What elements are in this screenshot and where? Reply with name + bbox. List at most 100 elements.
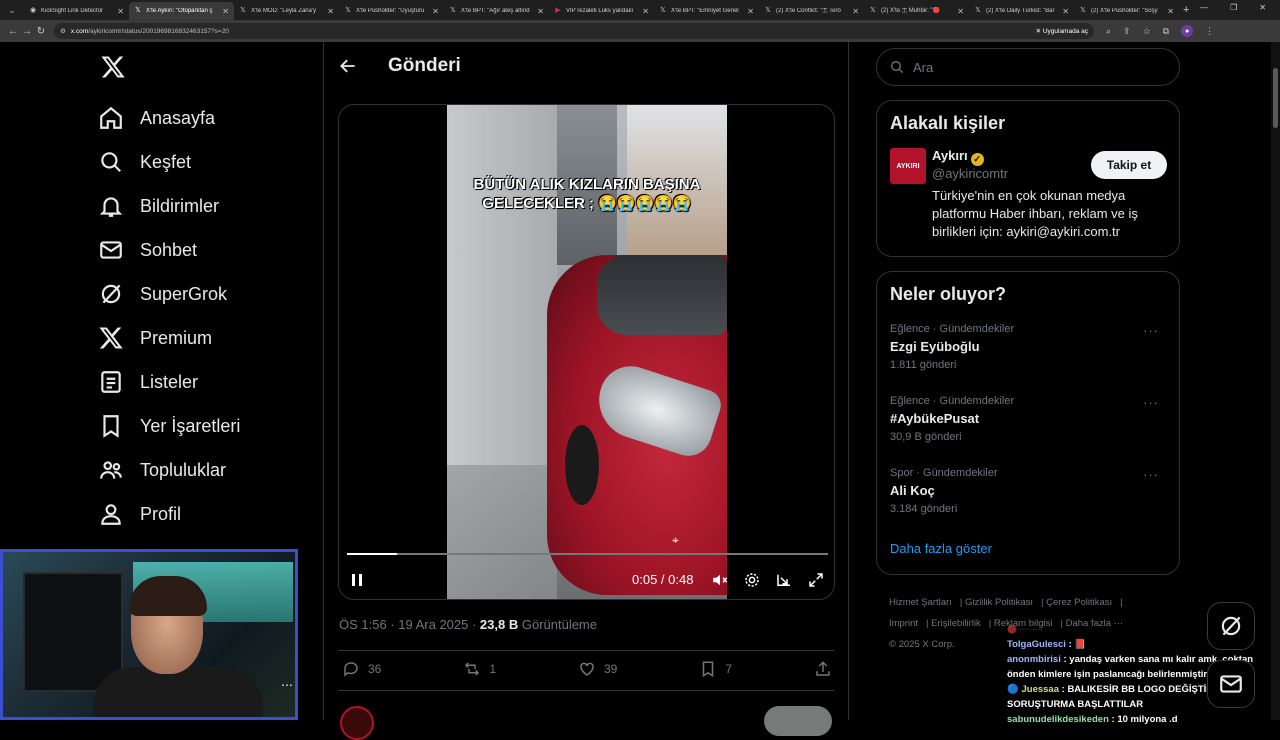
- nav-item-bookmarks[interactable]: Yer İşaretleri: [98, 404, 240, 448]
- close-tab-icon[interactable]: ✕: [747, 7, 754, 16]
- close-tab-icon[interactable]: ✕: [537, 7, 544, 16]
- tab-title: X'te Aykırı: "Otoparktan ç: [146, 8, 213, 14]
- tab-3[interactable]: 𝕏 X'te Pusholder: "Uyuşturu ✕: [339, 2, 444, 20]
- nav-item-profile[interactable]: Profil: [98, 492, 240, 536]
- page-title: Gönderi: [388, 55, 461, 76]
- profile-avatar-icon[interactable]: ●: [1181, 25, 1194, 37]
- close-tab-icon[interactable]: ✕: [957, 7, 964, 16]
- close-tab-icon[interactable]: ✕: [852, 7, 859, 16]
- bookmark-button[interactable]: 7: [699, 660, 732, 678]
- more-options-icon[interactable]: ···: [1143, 323, 1159, 338]
- x-logo-icon[interactable]: [100, 54, 126, 80]
- nav-item-explore[interactable]: Keşfet: [98, 140, 240, 184]
- settings-gear-icon[interactable]: [743, 571, 761, 589]
- follow-button[interactable]: Takip et: [1091, 151, 1167, 179]
- tab-7[interactable]: 𝕏 (2) X'te Conflict: "🇹 Terö ✕: [759, 2, 864, 20]
- close-tab-icon[interactable]: ✕: [222, 7, 229, 16]
- trend-item[interactable]: Eğlence · Gündemdekiler Ezgi Eyüboğlu 1.…: [890, 323, 1179, 395]
- tab-1[interactable]: 𝕏 X'te Aykırı: "Otoparktan ç ✕: [129, 2, 234, 20]
- footer-link[interactable]: Erişilebilirlik: [931, 618, 981, 629]
- close-window-icon[interactable]: ✕: [1259, 3, 1266, 12]
- footer-link[interactable]: Imprint: [889, 618, 918, 629]
- like-button[interactable]: 39: [578, 660, 617, 678]
- scrollbar-thumb[interactable]: [1273, 68, 1278, 128]
- pause-icon[interactable]: [349, 572, 365, 588]
- person-handle[interactable]: @aykiricomtr: [932, 166, 1008, 181]
- share-icon[interactable]: ⇪: [1123, 26, 1131, 37]
- zoom-icon[interactable]: ⌕: [1106, 26, 1111, 37]
- forward-icon[interactable]: →: [20, 26, 34, 37]
- grok-button[interactable]: [1207, 602, 1255, 650]
- nav-item-notifications[interactable]: Bildirimler: [98, 184, 240, 228]
- trend-item[interactable]: Spor · Gündemdekiler Ali Koç 3.184 gönde…: [890, 467, 1179, 539]
- tab-0[interactable]: ◉ KickSight Link Detector ✕: [24, 2, 129, 20]
- x-logo-icon: 𝕏: [975, 7, 981, 14]
- repost-button[interactable]: 1: [463, 660, 496, 678]
- maximize-icon[interactable]: ❐: [1230, 3, 1237, 12]
- open-in-app-button[interactable]: ✕ Uygulamada aç: [1036, 27, 1088, 35]
- mute-icon[interactable]: [711, 571, 729, 589]
- reply-icon: [344, 662, 358, 677]
- fullscreen-icon[interactable]: [807, 571, 825, 589]
- webcam-overlay: ⋯: [0, 549, 298, 720]
- tab-8[interactable]: 𝕏 (2) X'te 🇹 Muhbir: "🔴 ✕: [864, 2, 969, 20]
- nav-item-premium[interactable]: Premium: [98, 316, 240, 360]
- footer-link[interactable]: Hizmet Şartları: [889, 597, 952, 608]
- nav-item-communities[interactable]: Topluluklar: [98, 448, 240, 492]
- tab-10[interactable]: 𝕏 (2) X'te Pusholder: "Soşy ✕: [1074, 2, 1179, 20]
- extensions-icon[interactable]: ⧉: [1163, 26, 1169, 37]
- tab-6[interactable]: 𝕏 X'te BPT: "Emniyet Genel ✕: [654, 2, 759, 20]
- trend-count: 30,9 B gönderi: [890, 431, 962, 443]
- tab-search-icon[interactable]: ⌄: [0, 0, 24, 20]
- url-field[interactable]: ⚙ x.com/aykiricomtr/status/2001969816832…: [54, 23, 1094, 39]
- url-path: /aykiricomtr/status/2001969816832463157?…: [88, 27, 229, 35]
- page-scrollbar[interactable]: [1271, 42, 1280, 720]
- site-info-icon[interactable]: ⚙: [60, 27, 66, 35]
- more-options-icon[interactable]: ···: [1143, 395, 1159, 410]
- footer-link[interactable]: Gizlilik Politikası: [965, 597, 1033, 608]
- nav-item-home[interactable]: Anasayfa: [98, 96, 240, 140]
- tab-4[interactable]: 𝕏 X'te BPT: "Ağır ateş altınd ✕: [444, 2, 549, 20]
- picture-in-picture-icon[interactable]: [775, 571, 793, 589]
- video-frame: BÜTÜN ALIK KIZLARIN BAŞINA GELECEKLER ; …: [447, 105, 727, 599]
- reload-icon[interactable]: ↻: [34, 26, 48, 37]
- video-player[interactable]: BÜTÜN ALIK KIZLARIN BAŞINA GELECEKLER ; …: [338, 104, 835, 600]
- nav-item-lists[interactable]: Listeler: [98, 360, 240, 404]
- post-timestamp[interactable]: ÖS 1:56 · 19 Ara 2025 ·: [339, 617, 480, 632]
- person-item[interactable]: AYKIRI Aykırı ✓ @aykiricomtr Türkiye'nin …: [877, 148, 1179, 248]
- tab-2[interactable]: 𝕏 X'te MOD: "Leyla Zana'y ✕: [234, 2, 339, 20]
- messages-button[interactable]: [1207, 660, 1255, 708]
- video-progress-bar[interactable]: [347, 553, 828, 555]
- person-name[interactable]: Aykırı ✓: [932, 148, 984, 166]
- close-tab-icon[interactable]: ✕: [1167, 7, 1174, 16]
- share-button[interactable]: [814, 660, 832, 678]
- back-icon[interactable]: ←: [6, 26, 20, 37]
- menu-icon[interactable]: ⋮: [1205, 26, 1214, 37]
- close-tab-icon[interactable]: ✕: [432, 7, 439, 16]
- tab-9[interactable]: 𝕏 (2) X'te Daily Türkist: "Bar ✕: [969, 2, 1074, 20]
- reply-submit-button[interactable]: [764, 706, 832, 736]
- close-tab-icon[interactable]: ✕: [117, 7, 124, 16]
- close-tab-icon[interactable]: ✕: [1062, 7, 1069, 16]
- tab-5[interactable]: ▶ VIP rezaleti Lüks yalıdaki ✕: [549, 2, 654, 20]
- star-icon[interactable]: ☆: [1143, 26, 1151, 37]
- left-navigation: Anasayfa Keşfet Bildirimler Sohbet Super…: [98, 96, 240, 536]
- more-options-icon[interactable]: ···: [1143, 467, 1159, 482]
- back-arrow-icon[interactable]: [338, 56, 358, 76]
- avatar[interactable]: AYKIRI: [890, 148, 926, 184]
- footer-link[interactable]: Çerez Politikası: [1046, 597, 1112, 608]
- repost-icon: [465, 662, 480, 676]
- minimize-icon[interactable]: —: [1200, 3, 1208, 12]
- post-meta: ÖS 1:56 · 19 Ara 2025 · 23,8 B Görüntüle…: [339, 617, 597, 632]
- show-more-link[interactable]: Daha fazla göster: [890, 541, 1179, 556]
- nav-label: Anasayfa: [140, 107, 216, 128]
- nav-item-chat[interactable]: Sohbet: [98, 228, 240, 272]
- close-tab-icon[interactable]: ✕: [327, 7, 334, 16]
- tab-title: (2) X'te Conflict: "🇹 Terö: [776, 7, 841, 14]
- search-input[interactable]: Ara: [876, 48, 1180, 86]
- nav-item-supergrok[interactable]: SuperGrok: [98, 272, 240, 316]
- video-controls: 0:05 / 0:48: [339, 567, 834, 593]
- trend-item[interactable]: Eğlence · Gündemdekiler #AybükePusat 30,…: [890, 395, 1179, 467]
- close-tab-icon[interactable]: ✕: [642, 7, 649, 16]
- reply-button[interactable]: 36: [342, 660, 381, 678]
